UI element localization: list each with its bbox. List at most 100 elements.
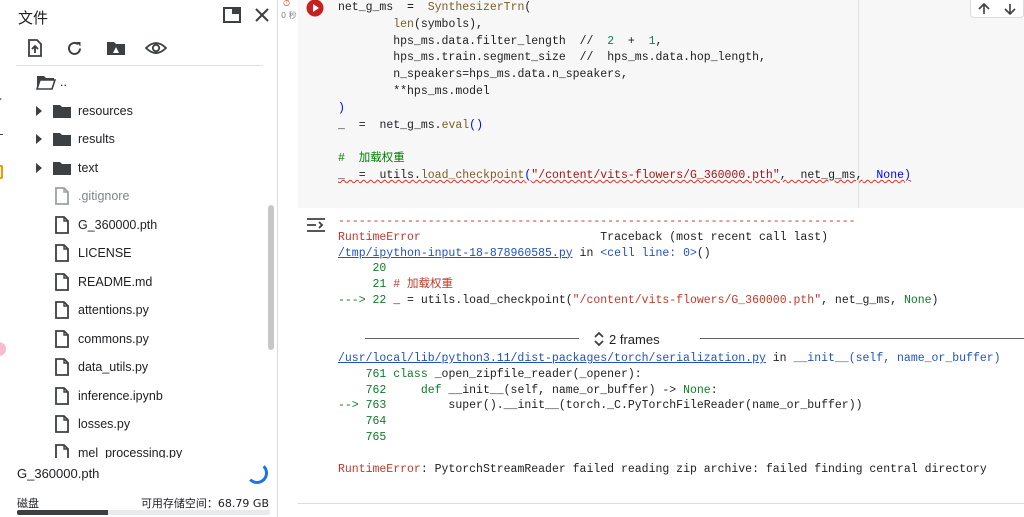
file-tree-item[interactable]: README.md xyxy=(8,268,270,296)
file-tree-item-label: inference.ipynb xyxy=(78,388,163,403)
file-icon xyxy=(52,386,72,405)
refresh-icon xyxy=(67,41,81,55)
file-tree-item[interactable]: attentions.py xyxy=(8,296,270,324)
close-panel-button[interactable] xyxy=(250,3,274,27)
file-tree-scrollbar[interactable] xyxy=(268,205,274,350)
error-name: RuntimeError xyxy=(338,230,421,244)
code-line: n_speakers=hps_ms.data.n_speakers, xyxy=(393,68,628,82)
disk-label: 磁盘 xyxy=(17,497,39,510)
code-editor[interactable]: net_g_ms = SynthesizerTrn( len(symbols),… xyxy=(338,0,911,185)
exec-status-icon: ⏱ xyxy=(283,0,291,9)
file-tree-item[interactable]: mel_processing.py xyxy=(8,439,270,459)
file-tree-item[interactable]: results xyxy=(8,125,270,153)
expand-frames-button[interactable]: 2 frames xyxy=(593,329,660,349)
upload-button[interactable] xyxy=(22,35,48,61)
folder-icon xyxy=(36,73,56,91)
frames-divider xyxy=(365,338,579,339)
file-icon xyxy=(52,301,72,319)
exec-status-time: 0 秒 xyxy=(281,11,297,20)
traceback-bottom: /usr/local/lib/python3.11/dist-packages/… xyxy=(338,352,1001,476)
upload-icon xyxy=(28,39,42,57)
file-tree-item-label: attentions.py xyxy=(78,303,149,317)
collapsed-frames-row: 2 frames xyxy=(365,329,1024,349)
code-line: # 加载权重 xyxy=(338,152,405,166)
code-line: _ = net_g_ms.eval() xyxy=(338,118,483,132)
file-tree-item-label: commons.py xyxy=(78,331,149,346)
file-icon xyxy=(52,272,72,291)
file-tree-item-label: README.md xyxy=(78,274,153,289)
code-line: hps_ms.data.filter_length // 2 + 1, xyxy=(393,34,663,48)
folder-icon xyxy=(52,102,72,120)
file-tree-item-label: results xyxy=(78,132,115,146)
expand-chevron-icon[interactable] xyxy=(34,105,44,116)
file-tree-item[interactable]: losses.py xyxy=(8,410,270,438)
traceback-file-link[interactable]: /usr/local/lib/python3.11/dist-packages/… xyxy=(338,352,766,365)
traceback-dashes: ----------------------------------------… xyxy=(338,215,856,228)
output-toggle-icon xyxy=(307,218,325,232)
file-tree-item-label: resources xyxy=(78,103,133,118)
code-line: net_g_ms = SynthesizerTrn( xyxy=(338,1,532,14)
cell-toolbar xyxy=(970,0,1024,18)
file-tree-item[interactable]: resources xyxy=(8,97,270,125)
expand-collapse-icon xyxy=(594,331,604,347)
file-tree-item-label: G_360000.pth xyxy=(78,217,158,232)
traceback-cell-ref: <cell line: 0> xyxy=(600,246,697,260)
folder-icon xyxy=(52,130,72,148)
edge-mark: ⌄ xyxy=(0,90,4,104)
notebook-area: ⏱ 0 秒 net_g_ms = SynthesizerTrn( len(sym… xyxy=(279,0,1024,517)
path-input[interactable] xyxy=(17,463,237,483)
file-icon xyxy=(52,244,72,262)
loading-spinner xyxy=(246,462,268,484)
file-tree-item-label: data_utils.py xyxy=(78,360,149,374)
edge-avatar[interactable] xyxy=(0,342,6,356)
file-tree-item[interactable]: commons.py xyxy=(8,325,270,353)
final-error-message: : PytorchStreamReader failed reading zip… xyxy=(420,462,987,476)
file-tree-item[interactable]: .gitignore xyxy=(8,182,270,210)
file-icon xyxy=(52,329,72,348)
frames-label: 2 frames xyxy=(609,331,660,347)
file-tree-item-label: losses.py xyxy=(78,417,131,431)
code-cell[interactable]: net_g_ms = SynthesizerTrn( len(symbols),… xyxy=(298,0,1024,208)
left-edge-strip: ⌄ ⌐ xyxy=(0,0,8,517)
close-icon xyxy=(255,8,269,22)
code-line: len(symbols), xyxy=(393,17,483,31)
file-tree-item[interactable]: inference.ipynb xyxy=(8,382,270,410)
output-toggle-button[interactable] xyxy=(306,217,326,233)
toggle-hidden-files-button[interactable] xyxy=(143,35,169,61)
traceback-top: ----------------------------------------… xyxy=(338,215,939,307)
file-tree-item-label: mel_processing.py xyxy=(78,445,183,459)
final-error-name: RuntimeError xyxy=(338,462,421,476)
file-icon xyxy=(52,415,72,433)
refresh-button[interactable] xyxy=(61,35,87,61)
expand-chevron-icon[interactable] xyxy=(34,134,44,144)
disk-usage-fill xyxy=(17,510,109,515)
file-tree: .. resources results text .gitignore G_360000… xyxy=(8,68,270,458)
folder-icon xyxy=(52,159,72,177)
traceback-file-link[interactable]: /tmp/ipython-input-18-878960585.py xyxy=(338,247,573,260)
move-cell-down-button[interactable] xyxy=(1002,2,1018,16)
arrow-up-icon xyxy=(978,2,990,14)
code-line: **hps_ms.model xyxy=(393,84,490,98)
file-tree-item[interactable]: data_utils.py xyxy=(8,353,270,381)
move-cell-up-button[interactable] xyxy=(976,2,992,16)
file-tree-item[interactable]: G_360000.pth xyxy=(8,211,270,239)
file-tree-item[interactable]: LICENSE xyxy=(8,239,270,267)
dock-panel-button[interactable] xyxy=(220,3,244,27)
file-icon xyxy=(52,358,72,376)
file-icon xyxy=(52,215,72,234)
file-tree-item[interactable]: .. xyxy=(8,68,270,96)
file-tree-item-label: .gitignore xyxy=(78,189,130,203)
expand-chevron-icon[interactable] xyxy=(34,162,44,173)
file-tree-item[interactable]: text xyxy=(8,154,270,182)
disk-usage-bar xyxy=(17,510,270,515)
run-cell-button[interactable] xyxy=(305,0,325,17)
cell-output: ----------------------------------------… xyxy=(298,208,1024,504)
edge-badge xyxy=(0,165,3,179)
toolbar-divider xyxy=(16,65,263,66)
mount-drive-button[interactable] xyxy=(103,35,129,61)
code-line: _ = utils.load_checkpoint("/content/vits… xyxy=(338,168,911,182)
files-panel: 文件 .. resources results text .gitignore G_360… xyxy=(8,0,278,517)
file-icon xyxy=(52,443,72,458)
frames-divider xyxy=(700,338,1024,339)
drive-icon xyxy=(107,42,125,55)
